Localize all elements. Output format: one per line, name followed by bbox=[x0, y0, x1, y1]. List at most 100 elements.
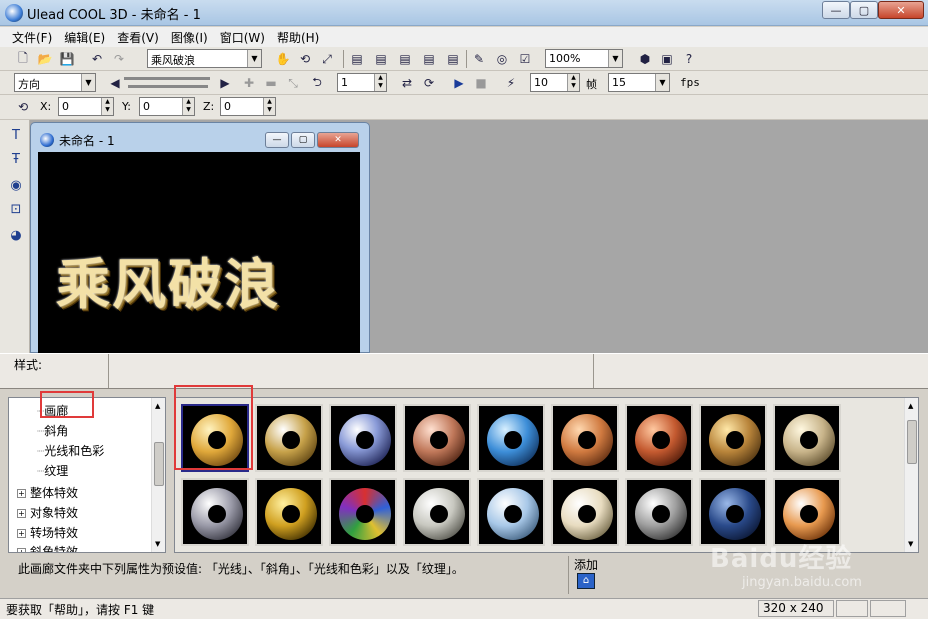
thumb-copper-marble[interactable] bbox=[625, 404, 693, 472]
tree-group-transition-effects[interactable]: + 转场特效 bbox=[17, 524, 78, 541]
hand-icon[interactable]: ✋ bbox=[274, 50, 292, 68]
import-icon[interactable]: ▣ bbox=[658, 50, 676, 68]
layer-back-icon[interactable]: ▤ bbox=[420, 50, 438, 68]
spinner-arrows-icon[interactable]: ▲ ▼ bbox=[374, 74, 386, 91]
thumb-stone-pattern[interactable] bbox=[773, 404, 841, 472]
thumb-copper[interactable] bbox=[403, 404, 471, 472]
tree-item-bevel[interactable]: ┈斜角 bbox=[37, 422, 68, 439]
position-mode-icon[interactable]: ⟲ bbox=[14, 98, 32, 116]
thumbs-scroll-thumb[interactable] bbox=[907, 420, 917, 464]
thumb-white-marble[interactable] bbox=[403, 478, 471, 546]
resize-icon[interactable]: ⤢ bbox=[318, 50, 336, 68]
spinner-arrows-icon[interactable]: ▲ ▼ bbox=[567, 74, 579, 91]
tree-item-light-color[interactable]: ┈光线和色彩 bbox=[37, 442, 104, 459]
z-spinner[interactable]: 0 ▲ ▼ bbox=[220, 97, 276, 116]
fps-select[interactable]: 15 ▼ bbox=[608, 73, 670, 92]
spinner-arrows-icon[interactable]: ▲ ▼ bbox=[182, 98, 194, 115]
scroll-down-icon[interactable]: ▼ bbox=[908, 540, 913, 548]
y-spinner[interactable]: 0 ▲ ▼ bbox=[139, 97, 195, 116]
menu-help[interactable]: 帮助(H) bbox=[271, 27, 325, 47]
scale-frame-icon[interactable]: ⤡ bbox=[284, 74, 302, 92]
stop-icon[interactable]: ■ bbox=[472, 74, 490, 92]
menu-window[interactable]: 窗口(W) bbox=[214, 27, 271, 47]
expand-icon[interactable]: + bbox=[17, 509, 26, 518]
layer-group-icon[interactable]: ▤ bbox=[444, 50, 462, 68]
preview-canvas[interactable]: 乘风破浪 bbox=[38, 152, 360, 353]
export-icon[interactable]: ⬢ bbox=[636, 50, 654, 68]
frames-count-spinner[interactable]: 10 ▲ ▼ bbox=[530, 73, 580, 92]
edit-text-icon[interactable]: Ŧ bbox=[7, 152, 25, 170]
open-folder-icon[interactable]: 📂 bbox=[36, 50, 54, 68]
frame-spinner[interactable]: 1 ▲ ▼ bbox=[337, 73, 387, 92]
direction-select[interactable]: 方向 ▼ bbox=[14, 73, 96, 92]
help-cursor-icon[interactable]: ? bbox=[680, 50, 698, 68]
slider-end-icon[interactable]: ▶ bbox=[216, 74, 234, 92]
thumb-blue-stone[interactable] bbox=[699, 478, 767, 546]
select-object-icon[interactable]: ⊡ bbox=[7, 202, 25, 220]
layer-forward-icon[interactable]: ▤ bbox=[372, 50, 390, 68]
checkbox-icon[interactable]: ☑ bbox=[516, 50, 534, 68]
reverse-icon[interactable]: ⮌ bbox=[308, 74, 326, 92]
thumb-pale-blue[interactable] bbox=[477, 478, 545, 546]
expand-icon[interactable]: + bbox=[17, 548, 26, 552]
tree-scrollbar[interactable]: ▲ ▼ bbox=[151, 398, 165, 552]
play-icon[interactable]: ▶ bbox=[450, 74, 468, 92]
save-icon[interactable]: 💾 bbox=[58, 50, 76, 68]
menu-image[interactable]: 图像(I) bbox=[165, 27, 214, 47]
thumb-cream[interactable] bbox=[551, 478, 619, 546]
insert-shape-icon[interactable]: ◉ bbox=[7, 178, 25, 196]
spinner-arrows-icon[interactable]: ▲ ▼ bbox=[101, 98, 113, 115]
scroll-up-icon[interactable]: ▲ bbox=[155, 402, 160, 410]
doc-minimize-button[interactable]: — bbox=[265, 132, 289, 148]
zoom-select[interactable]: 100% ▼ bbox=[545, 49, 623, 68]
thumb-bronze[interactable] bbox=[699, 404, 767, 472]
paint-icon[interactable]: ✎ bbox=[470, 50, 488, 68]
insert-geometry-icon[interactable]: ◕ bbox=[7, 228, 25, 246]
tree-group-global-effects[interactable]: + 整体特效 bbox=[17, 484, 78, 501]
thumb-gold-glossy[interactable] bbox=[255, 404, 323, 472]
tree-scroll-thumb[interactable] bbox=[154, 442, 164, 486]
thumb-metal-rivet[interactable] bbox=[625, 478, 693, 546]
doc-close-button[interactable]: ✕ bbox=[317, 132, 359, 148]
thumbnails-scrollbar[interactable]: ▲ ▼ bbox=[904, 398, 918, 552]
redo-icon[interactable]: ↷ bbox=[110, 50, 128, 68]
repeat-icon[interactable]: ⟳ bbox=[420, 74, 438, 92]
minimize-button[interactable]: — bbox=[822, 1, 850, 19]
undo-icon[interactable]: ↶ bbox=[88, 50, 106, 68]
thumb-stained-glass[interactable] bbox=[329, 478, 397, 546]
tree-group-object-effects[interactable]: + 对象特效 bbox=[17, 504, 78, 521]
thumb-orange-glow[interactable] bbox=[773, 478, 841, 546]
insert-text-icon[interactable]: T bbox=[7, 128, 25, 146]
menu-file[interactable]: 文件(F) bbox=[6, 27, 58, 47]
menu-edit[interactable]: 编辑(E) bbox=[58, 27, 111, 47]
rotate-icon[interactable]: ⟲ bbox=[296, 50, 314, 68]
doc-maximize-button[interactable]: ▢ bbox=[291, 132, 315, 148]
add-frame-icon[interactable]: ✚ bbox=[240, 74, 258, 92]
thumb-silver-rivet[interactable] bbox=[181, 478, 249, 546]
new-file-icon[interactable]: 🗋 bbox=[14, 50, 32, 68]
loop-icon[interactable]: ⇄ bbox=[398, 74, 416, 92]
timeline-slider-track[interactable] bbox=[124, 77, 210, 80]
tree-group-bevel-effects[interactable]: + 斜角特效 bbox=[17, 543, 78, 552]
expand-icon[interactable]: + bbox=[17, 489, 26, 498]
thumb-gold-black-spots[interactable] bbox=[255, 478, 323, 546]
layer-front-icon[interactable]: ▤ bbox=[348, 50, 366, 68]
speed-icon[interactable]: ⚡ bbox=[502, 74, 520, 92]
canvas-3d-text[interactable]: 乘风破浪 bbox=[56, 240, 280, 319]
x-spinner[interactable]: 0 ▲ ▼ bbox=[58, 97, 114, 116]
text-object-select[interactable]: 乘风破浪 ▼ bbox=[147, 49, 262, 68]
thumb-copper-wood[interactable] bbox=[551, 404, 619, 472]
timeline-slider-track-2[interactable] bbox=[128, 85, 208, 88]
expand-icon[interactable]: + bbox=[17, 529, 26, 538]
maximize-button[interactable]: ▢ bbox=[850, 1, 878, 19]
scroll-up-icon[interactable]: ▲ bbox=[908, 402, 913, 410]
scroll-down-icon[interactable]: ▼ bbox=[155, 540, 160, 548]
remove-frame-icon[interactable]: ▬ bbox=[262, 74, 280, 92]
menu-view[interactable]: 查看(V) bbox=[111, 27, 165, 47]
tree-item-texture[interactable]: ┈纹理 bbox=[37, 462, 68, 479]
thumb-silver-blue[interactable] bbox=[329, 404, 397, 472]
thumb-blue-textured[interactable] bbox=[477, 404, 545, 472]
slider-start-icon[interactable]: ◀ bbox=[106, 74, 124, 92]
spinner-arrows-icon[interactable]: ▲ ▼ bbox=[263, 98, 275, 115]
close-button[interactable]: ✕ bbox=[878, 1, 924, 19]
